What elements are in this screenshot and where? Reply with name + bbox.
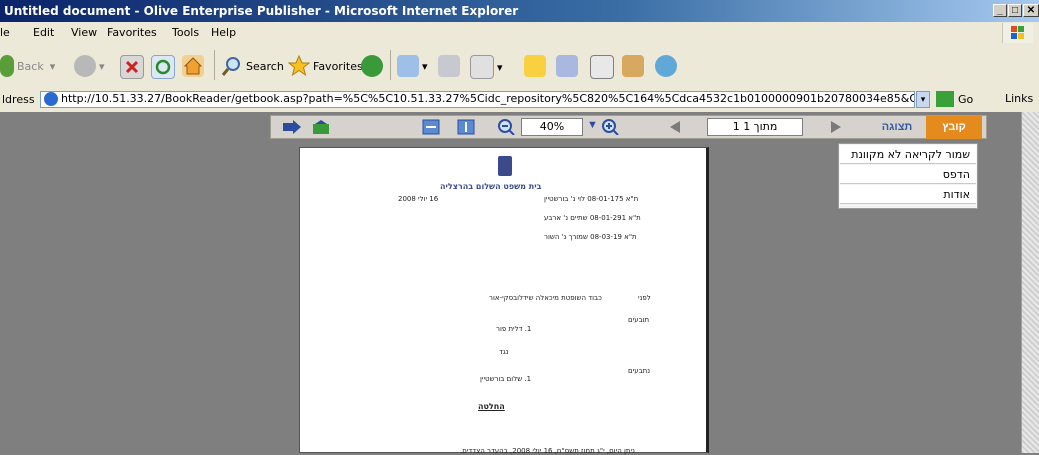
document-page: בית משפט השלום בהרצליה 16 יולי 2008 ת"א … [299,147,709,455]
links-label[interactable]: Links [1005,92,1033,105]
messenger-button[interactable] [556,55,581,77]
home-icon [182,55,204,77]
discuss-button[interactable] [622,55,647,77]
favorites-star-icon [287,54,311,77]
case-line-1: ת"א 08-01-175 לוי נ' בורשטיין [544,195,639,203]
page-indicator[interactable]: 1 מתוך 1 [707,118,803,136]
windows-logo-icon [1002,23,1033,43]
viewer-toolbar: 40% ▼ 1 מתוך 1 תצוגה קובץ [270,115,987,139]
refresh-button[interactable] [151,55,178,79]
history-icon [361,55,383,77]
address-url: http://10.51.33.27/BookReader/getbook.as… [61,92,915,105]
back-label: Back [17,59,44,73]
butterfly-button[interactable] [655,55,680,77]
fit-page-icon[interactable] [457,119,475,135]
go-label: Go [958,92,974,106]
folder-button[interactable] [524,55,549,77]
address-input[interactable]: http://10.51.33.27/BookReader/getbook.as… [40,91,915,108]
before-label: לפני [638,294,651,302]
state-emblem-icon [498,156,512,176]
zoom-dropdown-icon[interactable]: ▼ [587,119,598,135]
menu-save-offline[interactable]: שמור לקריאה לא מקוונת [840,145,976,164]
folder-icon [524,55,546,77]
back-arrow-icon [0,55,14,77]
mail-dropdown-icon[interactable]: ▾ [422,60,428,73]
edit-icon [470,55,494,79]
defendant-name: 1. שלום בורשטיין [480,375,532,383]
butterfly-icon [655,55,677,77]
print-button[interactable] [438,55,463,77]
next-page-icon[interactable] [829,119,843,135]
favorites-button[interactable]: Favorites [287,54,363,77]
court-name: בית משפט השלום בהרצליה [440,182,542,191]
edit-dropdown-icon[interactable]: ▾ [497,61,503,74]
menu-edit[interactable]: Edit [33,26,54,39]
zoom-level[interactable]: 40% [521,118,583,136]
minimize-button[interactable]: _ [993,4,1007,17]
search-button[interactable]: Search [221,55,284,77]
research-icon [590,55,614,79]
window-title-bar[interactable]: Untitled document - Olive Enterprise Pub… [0,0,1039,22]
case-line-3: ת"א 08-03-19 שמורך נ' השור [544,233,637,241]
zoom-out-icon[interactable] [497,119,515,136]
toolbar-separator [214,50,215,80]
plaintiffs-label: תובעים [628,316,650,324]
zoom-in-icon[interactable] [601,119,619,136]
menu-view[interactable]: View [71,26,97,39]
address-dropdown-icon[interactable]: ▾ [916,91,930,108]
menu-bar: le Edit View Favorites Tools Help [0,22,1039,45]
book-icon[interactable] [311,119,331,135]
judge-name: כבוד השופטת מיכאלה שידלובסקי-אור [489,294,602,302]
address-label: ldress [2,93,35,106]
menu-about[interactable]: אודות [840,185,976,204]
forward-dropdown-icon[interactable]: ▾ [99,60,105,73]
versus-label: נגד [499,348,509,356]
go-button[interactable]: Go [936,91,973,107]
menu-tools[interactable]: Tools [172,26,199,39]
fit-width-icon[interactable] [422,119,440,135]
case-line-2: ת"א 08-01-291 שתיים נ' ארבע [544,214,641,222]
window-title: Untitled document - Olive Enterprise Pub… [4,4,519,18]
tab-file[interactable]: קובץ [926,116,982,139]
decision-bottom-line: ניתן היום, י"ג תמוז תשס"ח, 16 יולי 2008,… [460,447,635,455]
toolbar-separator [390,50,391,80]
close-button[interactable]: ✕ [1023,4,1039,17]
vertical-scrollbar[interactable] [1021,112,1039,453]
file-menu: שמור לקריאה לא מקוונת הדפס אודות [838,143,978,209]
menu-help[interactable]: Help [211,26,236,39]
research-button[interactable] [590,55,617,79]
discuss-icon [622,55,644,77]
next-pages-icon[interactable] [281,119,303,135]
print-icon [438,55,460,77]
messenger-icon [556,55,578,77]
mail-icon [397,55,419,77]
previous-page-icon[interactable] [668,119,682,135]
forward-arrow-icon [74,55,96,77]
forward-button[interactable]: ▾ [74,55,105,77]
defendants-label: נתבעים [628,367,651,375]
menu-favorites[interactable]: Favorites [107,26,157,39]
address-bar: ldress http://10.51.33.27/BookReader/get… [0,88,1039,113]
back-button[interactable]: Back ▾ [0,55,55,77]
stop-icon [120,55,144,79]
history-button[interactable] [361,55,386,77]
maximize-button[interactable]: □ [1008,4,1022,17]
mail-button[interactable]: ▾ [397,55,428,77]
search-icon [221,55,243,77]
menu-print[interactable]: הדפס [840,165,976,184]
edit-button[interactable]: ▾ [470,55,503,79]
home-button[interactable] [182,55,207,77]
menu-file[interactable]: le [0,26,10,39]
search-label: Search [246,59,284,73]
tab-view[interactable]: תצוגה [868,117,926,137]
document-date: 16 יולי 2008 [398,195,439,203]
decision-title: החלטה [478,402,505,411]
back-dropdown-icon[interactable]: ▾ [50,60,56,73]
plaintiff-name: 1. דלית פור [496,325,532,333]
go-arrow-icon [936,91,954,107]
ie-page-icon [44,92,58,106]
favorites-label: Favorites [313,59,363,73]
refresh-icon [151,55,175,79]
stop-button[interactable] [120,55,147,79]
